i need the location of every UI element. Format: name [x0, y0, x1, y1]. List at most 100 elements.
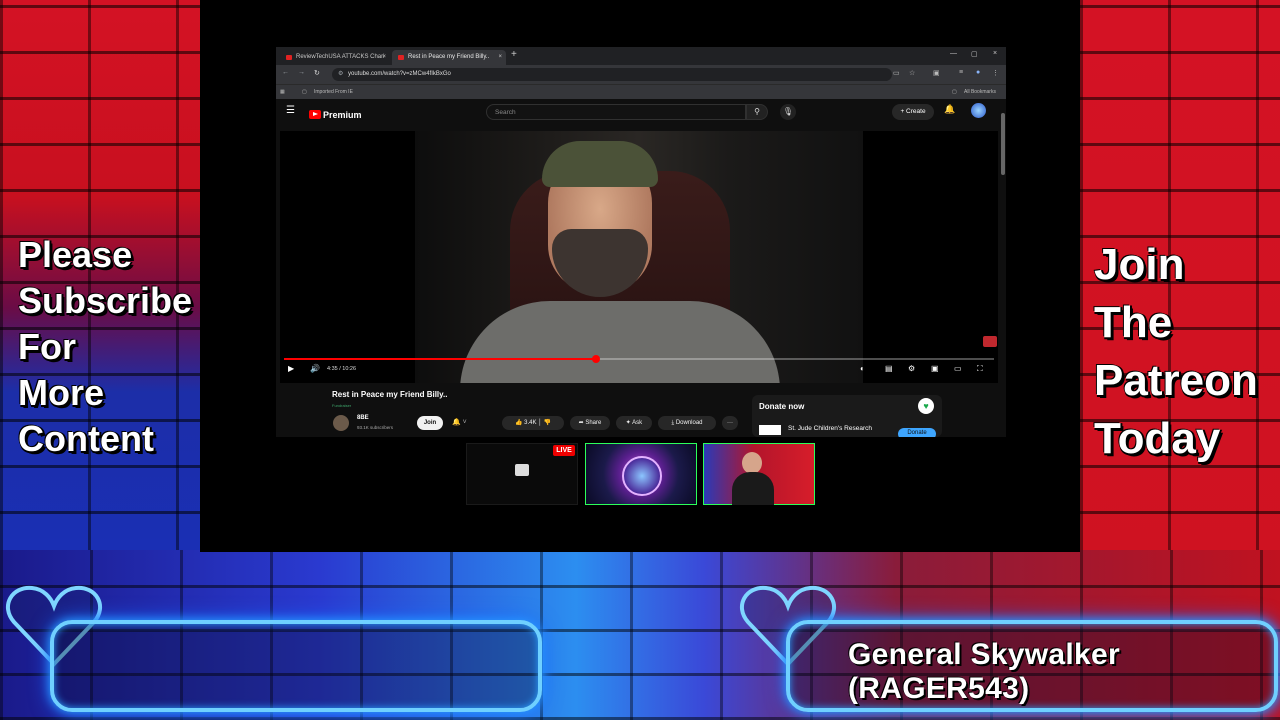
- mic-button[interactable]: 🎙: [780, 104, 796, 120]
- reload-icon[interactable]: ↻: [314, 69, 320, 77]
- mic-icon: 🎙: [782, 107, 794, 116]
- callout-line: Please: [18, 234, 133, 275]
- address-bar[interactable]: ⚙ youtube.com/watch?v=zMCw4fIkBxGo: [332, 68, 892, 81]
- neon-banner-left: [50, 620, 542, 712]
- youtube-favicon-icon: [286, 55, 292, 60]
- window-close-button[interactable]: ×: [993, 50, 997, 57]
- avatar[interactable]: [971, 103, 986, 118]
- play-icon[interactable]: ▶: [288, 364, 294, 373]
- search-button[interactable]: ⚲: [746, 104, 768, 120]
- miniplayer-icon[interactable]: ▣: [931, 364, 939, 373]
- menu-icon[interactable]: ☰: [286, 105, 295, 116]
- download-icon: ⤓: [671, 420, 675, 426]
- create-label: Create: [906, 108, 926, 115]
- maximize-button[interactable]: ▢: [971, 50, 978, 58]
- join-button[interactable]: Join: [417, 416, 443, 430]
- subscribe-watermark-icon[interactable]: [983, 336, 997, 347]
- share-button[interactable]: ➦ Share: [570, 416, 610, 430]
- video-player[interactable]: ▶ 🔊 4:35 / 10:26 ◐ ▤ ⚙ ▣ ▭ ⛶: [280, 131, 998, 383]
- tab-current-video[interactable]: Rest in Peace my Friend Billy.. ×: [392, 50, 506, 65]
- share-icon: ➦: [578, 420, 584, 426]
- donate-header: Donate now: [759, 402, 805, 411]
- callout-line: Today: [1094, 414, 1221, 463]
- callout-line: More: [18, 372, 105, 413]
- subscribe-callout: Please Subscribe For More Content: [18, 232, 192, 462]
- address-toolbar: ← → ↻ ⚙ youtube.com/watch?v=zMCw4fIkBxGo…: [276, 65, 1006, 84]
- fullscreen-icon[interactable]: ⛶: [977, 364, 983, 374]
- bookmark-star-icon[interactable]: ☆: [909, 69, 915, 77]
- channel-logo-thumbnail[interactable]: [585, 443, 697, 505]
- folder-icon: ▢: [302, 89, 307, 95]
- ask-button[interactable]: ✦ Ask: [616, 416, 652, 430]
- subscription-bell-icon[interactable]: 🔔 ˅: [452, 418, 467, 426]
- callout-line: Join: [1094, 240, 1185, 289]
- close-icon[interactable]: ×: [382, 50, 386, 65]
- channel-name[interactable]: 8BE: [357, 415, 369, 421]
- share-label: Share: [585, 420, 602, 426]
- heart-icon[interactable]: ♥: [918, 398, 934, 414]
- progress-bar[interactable]: [284, 355, 994, 363]
- tab-reviewtech[interactable]: ReviewTechUSA ATTACKS Chari ×: [280, 50, 390, 65]
- page-scrollbar[interactable]: [1001, 113, 1005, 175]
- youtube-header: ☰ Premium Search ⚲ 🎙 + Create 🔔: [276, 99, 1006, 125]
- browser-menu-icon[interactable]: ⋮: [992, 69, 999, 77]
- tab-title: Rest in Peace my Friend Billy..: [408, 54, 490, 60]
- charity-name: St. Jude Children's Research: [788, 425, 872, 432]
- subscriber-count: 93.1K subscribers: [357, 425, 394, 430]
- all-bookmarks-link[interactable]: All Bookmarks: [964, 85, 996, 99]
- fundraiser-tag[interactable]: Fundraiser: [332, 403, 351, 408]
- dislike-icon[interactable]: 👎: [544, 420, 551, 426]
- streamer-cam-thumbnail[interactable]: [703, 443, 815, 505]
- create-button[interactable]: + Create: [892, 104, 934, 120]
- callout-line: The: [1094, 298, 1173, 347]
- new-tab-button[interactable]: +: [511, 49, 517, 60]
- callout-line: Patreon: [1094, 356, 1258, 405]
- streamer-head: [742, 452, 762, 474]
- cast-icon[interactable]: ▭: [893, 69, 900, 77]
- youtube-play-icon: [309, 110, 321, 120]
- download-button[interactable]: ⤓ Download: [658, 416, 716, 430]
- site-info-icon[interactable]: ⚙: [338, 68, 343, 81]
- volume-icon[interactable]: 🔊: [310, 364, 320, 373]
- video-person-body: [460, 301, 780, 383]
- search-input[interactable]: Search: [486, 104, 746, 120]
- bell-icon[interactable]: 🔔: [944, 104, 955, 115]
- like-count: 3.4K: [524, 420, 537, 426]
- back-icon[interactable]: ←: [282, 69, 289, 76]
- like-dislike-button[interactable]: 👍 3.4K │ 👎: [502, 416, 564, 430]
- channel-avatar[interactable]: [333, 415, 349, 431]
- callout-line: Subscribe: [18, 280, 193, 321]
- donate-panel: Donate now ♥ St. Jude Children's Researc…: [752, 395, 942, 437]
- url-text: youtube.com/watch?v=zMCw4fIkBxGo: [348, 71, 451, 77]
- minimize-button[interactable]: —: [950, 50, 957, 57]
- bookmarks-bar: ▦ ▢ Imported From IE ▢ All Bookmarks: [276, 84, 1006, 99]
- tab-title: ReviewTechUSA ATTACKS Chari: [296, 54, 385, 60]
- like-icon[interactable]: 👍: [515, 420, 522, 426]
- donate-button[interactable]: Donate: [898, 428, 936, 437]
- sidepanel-icon[interactable]: ≡: [959, 69, 963, 76]
- captions-icon[interactable]: ▤: [885, 364, 893, 373]
- live-badge: LIVE: [553, 445, 575, 456]
- wolf-emblem-icon: [622, 456, 662, 496]
- video-details: Rest in Peace my Friend Billy.. Fundrais…: [276, 387, 1006, 437]
- close-icon[interactable]: ×: [498, 50, 502, 65]
- apps-icon[interactable]: ▦: [280, 85, 285, 99]
- bookmark-folder-imported[interactable]: Imported From IE: [314, 85, 353, 99]
- folder-icon: ▢: [952, 89, 957, 95]
- download-label: Download: [675, 420, 703, 426]
- more-actions-button[interactable]: ···: [722, 416, 738, 430]
- extensions-icon[interactable]: ▣: [933, 69, 940, 77]
- search-icon: ⚲: [754, 107, 760, 116]
- video-title: Rest in Peace my Friend Billy..: [332, 390, 448, 399]
- youtube-logo[interactable]: Premium: [309, 106, 362, 120]
- profile-icon[interactable]: ●: [976, 69, 980, 76]
- autoplay-toggle[interactable]: ◐: [860, 364, 865, 373]
- theater-icon[interactable]: ▭: [954, 364, 962, 373]
- tab-bar: ReviewTechUSA ATTACKS Chari × Rest in Pe…: [276, 47, 1006, 65]
- settings-icon[interactable]: ⚙: [908, 364, 915, 373]
- brand-label: Premium: [323, 109, 362, 120]
- browser-window: ReviewTechUSA ATTACKS Chari × Rest in Pe…: [276, 47, 1006, 437]
- progress-fill: [284, 358, 597, 360]
- forward-icon[interactable]: →: [298, 69, 305, 76]
- callout-line: For: [18, 326, 76, 367]
